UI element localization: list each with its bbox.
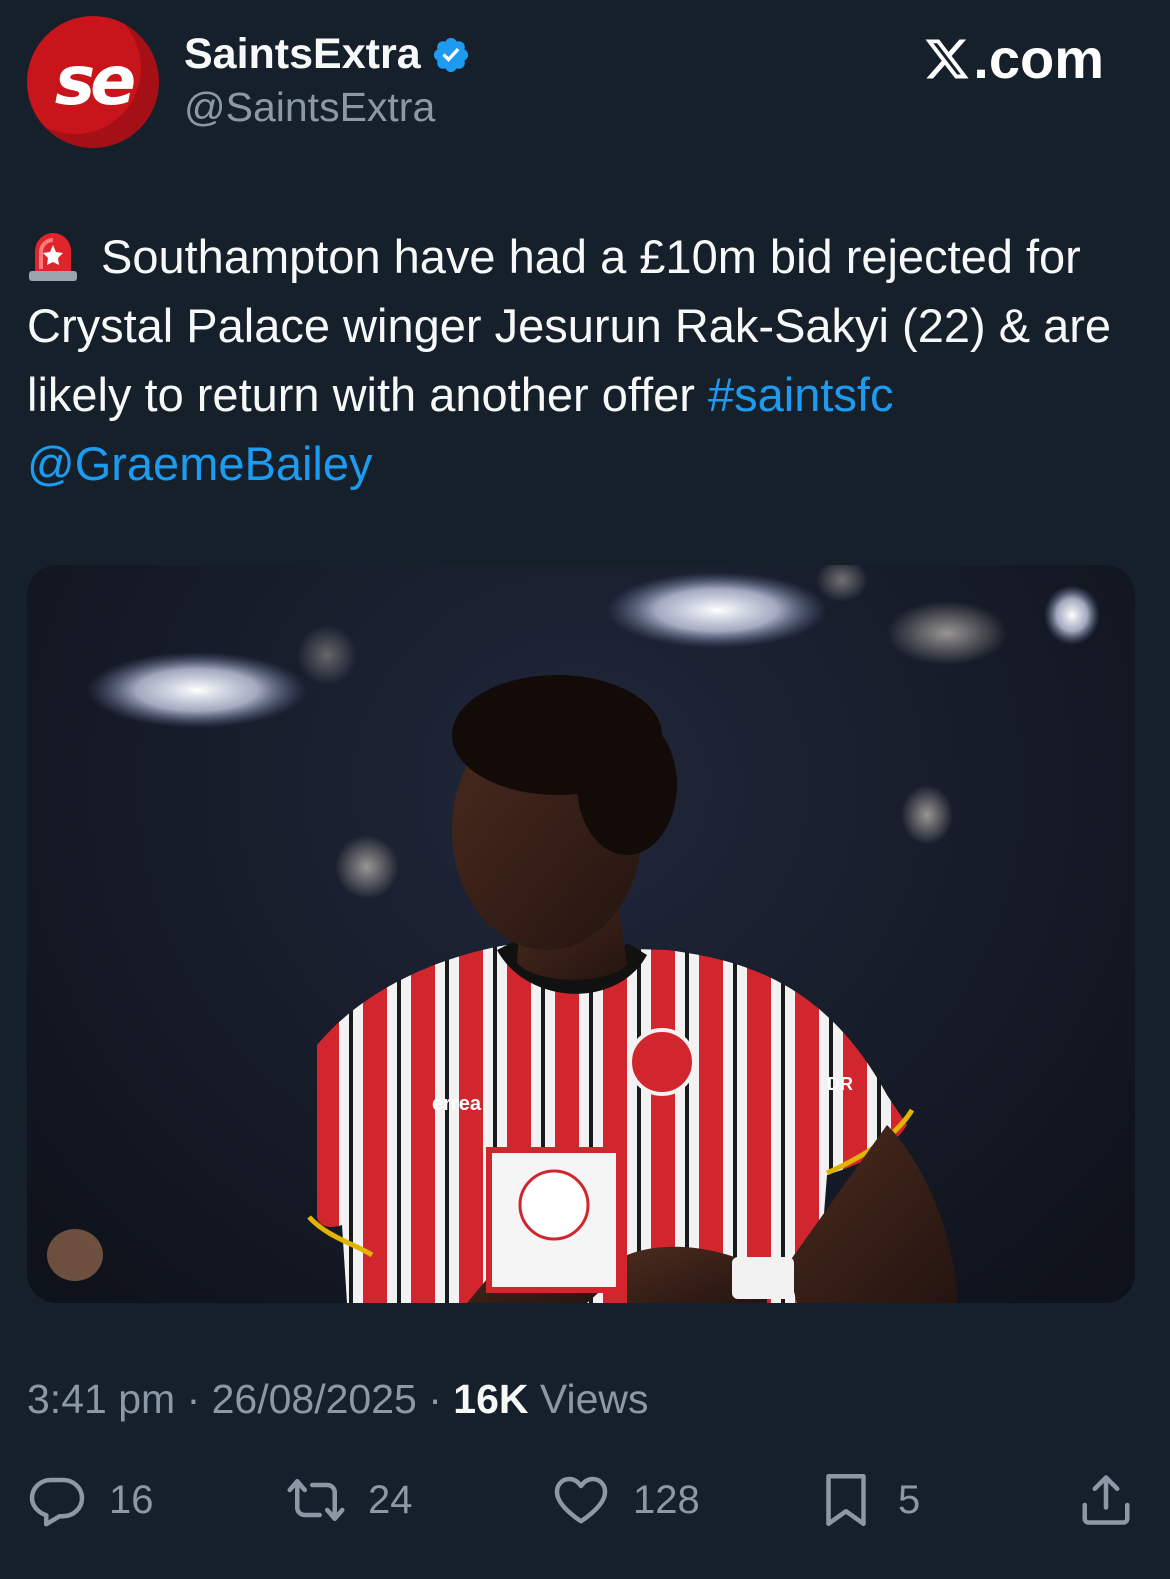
bookmark-icon <box>826 1474 866 1526</box>
bookmark-button[interactable]: 5 <box>816 1470 920 1530</box>
display-name[interactable]: SaintsExtra <box>184 30 421 79</box>
x-com-text: .com <box>973 27 1104 90</box>
avatar[interactable]: se <box>27 16 159 148</box>
bookmark-count: 5 <box>898 1477 921 1522</box>
meta-separator: · <box>428 1376 454 1422</box>
tweet-meta: 3:41 pm · 26/08/2025 · 16K Views <box>27 1376 649 1423</box>
meta-separator: · <box>186 1376 212 1422</box>
action-bar: 16 24 128 5 <box>0 1470 1170 1540</box>
repost-button[interactable]: 24 <box>286 1470 413 1530</box>
avatar-logo-text: se <box>54 42 137 121</box>
heart-icon <box>554 1476 608 1524</box>
repost-count: 24 <box>368 1477 413 1522</box>
like-button[interactable]: 128 <box>551 1470 700 1530</box>
views-count: 16K <box>453 1376 529 1422</box>
like-count: 128 <box>633 1477 700 1522</box>
verified-badge-icon <box>433 37 468 72</box>
reply-icon <box>29 1477 85 1527</box>
share-icon <box>1082 1475 1130 1525</box>
tweet-time[interactable]: 3:41 pm <box>27 1376 175 1422</box>
tweet-photo[interactable]: errea DR <box>27 565 1135 1303</box>
tweet-text: Southampton have had a £10m bid rejected… <box>27 222 1137 498</box>
mention-link[interactable]: @GraemeBailey <box>27 437 373 490</box>
reply-button[interactable]: 16 <box>27 1470 154 1530</box>
tweet-body: Southampton have had a £10m bid rejected… <box>27 230 1112 421</box>
rotating-light-emoji-icon <box>29 233 77 281</box>
player-photo-illustration: errea DR <box>47 565 1100 1303</box>
sleeve-sponsor-text: DR <box>827 1074 853 1094</box>
tweet-date[interactable]: 26/08/2025 <box>212 1376 417 1422</box>
x-logo-icon <box>925 39 969 78</box>
author-name-row[interactable]: SaintsExtra <box>184 30 471 79</box>
share-button[interactable] <box>1076 1470 1158 1530</box>
jersey-brand-text: errea <box>432 1093 482 1115</box>
views-label: Views <box>539 1376 649 1422</box>
repost-icon <box>287 1479 345 1521</box>
hashtag-link[interactable]: #saintsfc <box>708 368 893 421</box>
author-handle[interactable]: @SaintsExtra <box>184 84 435 131</box>
x-com-label: .com <box>923 26 1104 91</box>
reply-count: 16 <box>109 1477 154 1522</box>
